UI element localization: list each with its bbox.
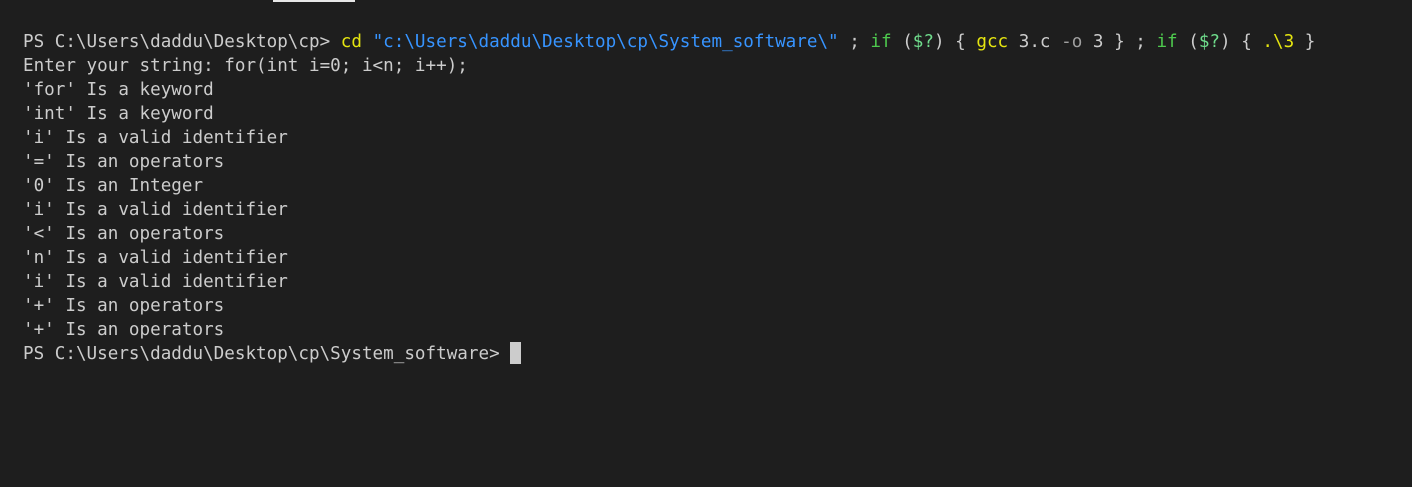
- brace-close: }: [1294, 32, 1316, 52]
- output-line: '0' Is an Integer: [23, 176, 204, 196]
- output-name: 3 } ;: [1082, 32, 1157, 52]
- output-line: 'i' Is a valid identifier: [23, 272, 288, 292]
- if-keyword: if: [870, 32, 892, 52]
- output-line: '+' Is an operators: [23, 296, 225, 316]
- brace-open: ) {: [933, 32, 977, 52]
- text-cursor: [510, 342, 522, 364]
- output-line: '=' Is an operators: [23, 152, 225, 172]
- output-line: 'i' Is a valid identifier: [23, 128, 288, 148]
- active-tab-indicator: [273, 0, 355, 2]
- run-executable: .\3: [1262, 32, 1295, 52]
- separator: ;: [838, 32, 871, 52]
- output-line: 'int' Is a keyword: [23, 104, 214, 124]
- output-line: Enter your string: for(int i=0; i<n; i++…: [23, 56, 468, 76]
- cd-command: cd: [340, 32, 362, 52]
- output-line: 'i' Is a valid identifier: [23, 200, 288, 220]
- gcc-command: gcc: [976, 32, 1009, 52]
- prompt: PS C:\Users\daddu\Desktop\cp>: [23, 32, 341, 52]
- status-variable: $?: [912, 32, 934, 52]
- path-string: "c:\Users\daddu\Desktop\cp\System_softwa…: [372, 32, 839, 52]
- final-prompt: PS C:\Users\daddu\Desktop\cp\System_soft…: [23, 344, 511, 364]
- output-flag: -o: [1061, 32, 1083, 52]
- output-line: 'n' Is a valid identifier: [23, 248, 288, 268]
- command-line: PS C:\Users\daddu\Desktop\cp> cd "c:\Use…: [23, 30, 1412, 54]
- final-prompt-line[interactable]: PS C:\Users\daddu\Desktop\cp\System_soft…: [23, 342, 1412, 366]
- brace-open-2: ) {: [1220, 32, 1263, 52]
- paren-open-2: (: [1177, 32, 1199, 52]
- gcc-args: 3.c: [1008, 32, 1062, 52]
- status-variable-2: $?: [1198, 32, 1221, 52]
- if-keyword-2: if: [1156, 32, 1178, 52]
- terminal-panel[interactable]: PS C:\Users\daddu\Desktop\cp> cd "c:\Use…: [0, 0, 1412, 487]
- output-line: '<' Is an operators: [23, 224, 225, 244]
- paren-open: (: [891, 32, 913, 52]
- output-line: 'for' Is a keyword: [23, 80, 214, 100]
- output-line: '+' Is an operators: [23, 320, 225, 340]
